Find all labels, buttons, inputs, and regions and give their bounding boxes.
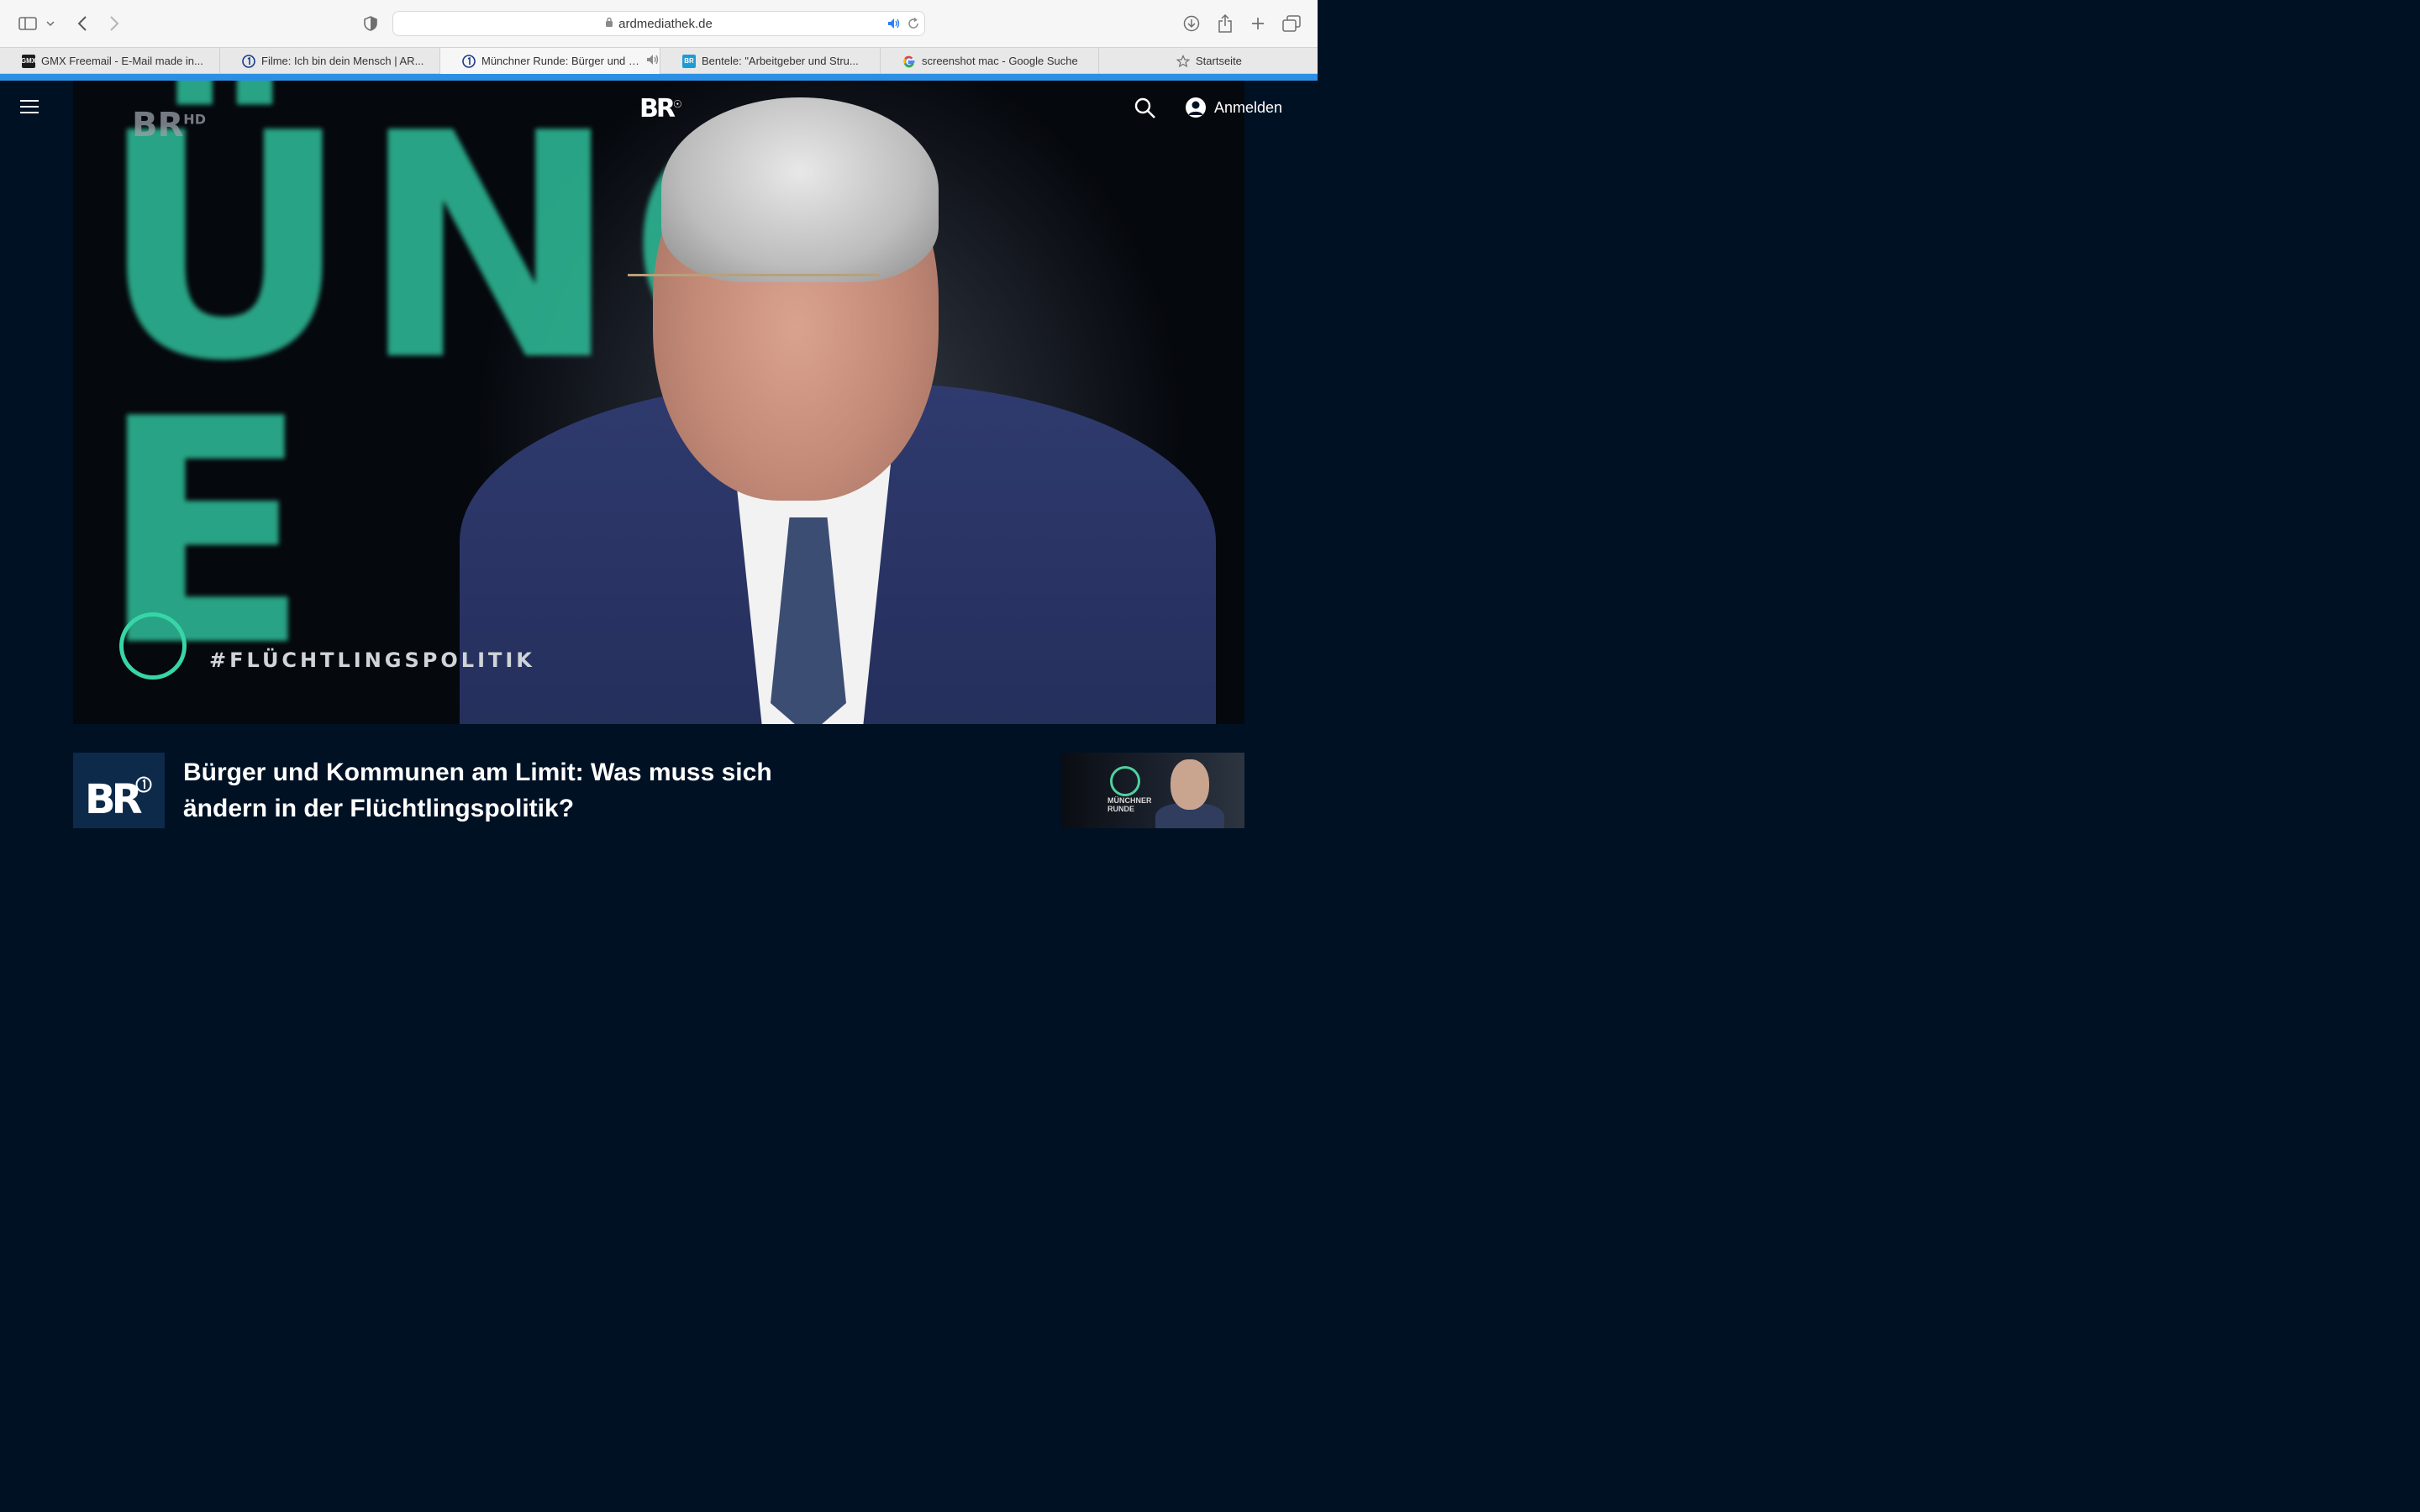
thumbnail-person	[1171, 759, 1209, 810]
lock-icon	[605, 12, 613, 37]
downloads-icon[interactable]	[1180, 12, 1203, 35]
br-favicon-icon: BR	[682, 54, 696, 68]
sidebar-toggle-icon[interactable]	[16, 12, 39, 35]
back-icon[interactable]	[71, 12, 94, 35]
loading-accent-bar	[0, 74, 1318, 81]
chevron-down-icon[interactable]	[42, 12, 59, 35]
ard-one-icon	[462, 54, 476, 68]
tab-bentele[interactable]: BR Bentele: "Arbeitgeber und Stru...	[660, 48, 881, 74]
tab-bar: GMX GMX Freemail - E-Mail made in... Fil…	[0, 47, 1318, 74]
show-circle-logo	[119, 612, 187, 680]
tab-overview-icon[interactable]	[1280, 12, 1303, 35]
address-bar[interactable]: ardmediathek.de	[392, 11, 925, 36]
ard-one-icon	[135, 776, 152, 797]
tab-startseite[interactable]: Startseite	[1099, 48, 1318, 74]
channel-watermark: BRHD	[132, 106, 206, 144]
google-icon	[902, 55, 916, 68]
tab-google[interactable]: screenshot mac - Google Suche	[881, 48, 1099, 74]
browser-toolbar: ardmediathek.de	[0, 0, 1318, 47]
thumbnail-caption: MÜNCHNER RUNDE	[1107, 796, 1152, 813]
signin-button[interactable]: Anmelden	[1186, 96, 1282, 119]
gmx-favicon-icon: GMX	[21, 54, 36, 68]
user-icon	[1186, 97, 1206, 118]
channel-logo[interactable]: BR	[73, 753, 165, 828]
video-headline: Bürger und Kommunen am Limit: Was muss s…	[183, 759, 772, 822]
show-thumbnail[interactable]: MÜNCHNER RUNDE	[1061, 753, 1244, 828]
star-icon	[1176, 54, 1190, 68]
forward-icon[interactable]	[103, 12, 126, 35]
ard-one-icon	[242, 54, 255, 68]
video-player[interactable]: ÜNG E BRHD #FLÜCHTLINGSPOLITIK	[73, 81, 1244, 724]
share-icon[interactable]	[1213, 12, 1237, 35]
tab-muenchner-runde[interactable]: Münchner Runde: Bürger und K...	[440, 48, 660, 74]
person-glasses	[628, 274, 880, 327]
tab-ard-film[interactable]: Filme: Ich bin dein Mensch | AR...	[220, 48, 440, 74]
hashtag-overlay: #FLÜCHTLINGSPOLITIK	[209, 648, 535, 672]
br-logo[interactable]: BR☉	[639, 94, 682, 123]
new-tab-icon[interactable]	[1246, 12, 1270, 35]
search-icon[interactable]	[1134, 97, 1156, 119]
tab-audio-icon[interactable]	[646, 54, 660, 68]
menu-icon[interactable]	[20, 100, 39, 115]
tab-gmx[interactable]: GMX GMX Freemail - E-Mail made in...	[0, 48, 220, 74]
reload-icon[interactable]	[908, 17, 919, 34]
audio-playing-icon[interactable]	[887, 18, 901, 34]
privacy-shield-icon[interactable]	[359, 12, 382, 35]
url-text: ardmediathek.de	[618, 17, 713, 31]
person-hair	[661, 97, 939, 282]
show-circle-logo	[1110, 766, 1140, 796]
